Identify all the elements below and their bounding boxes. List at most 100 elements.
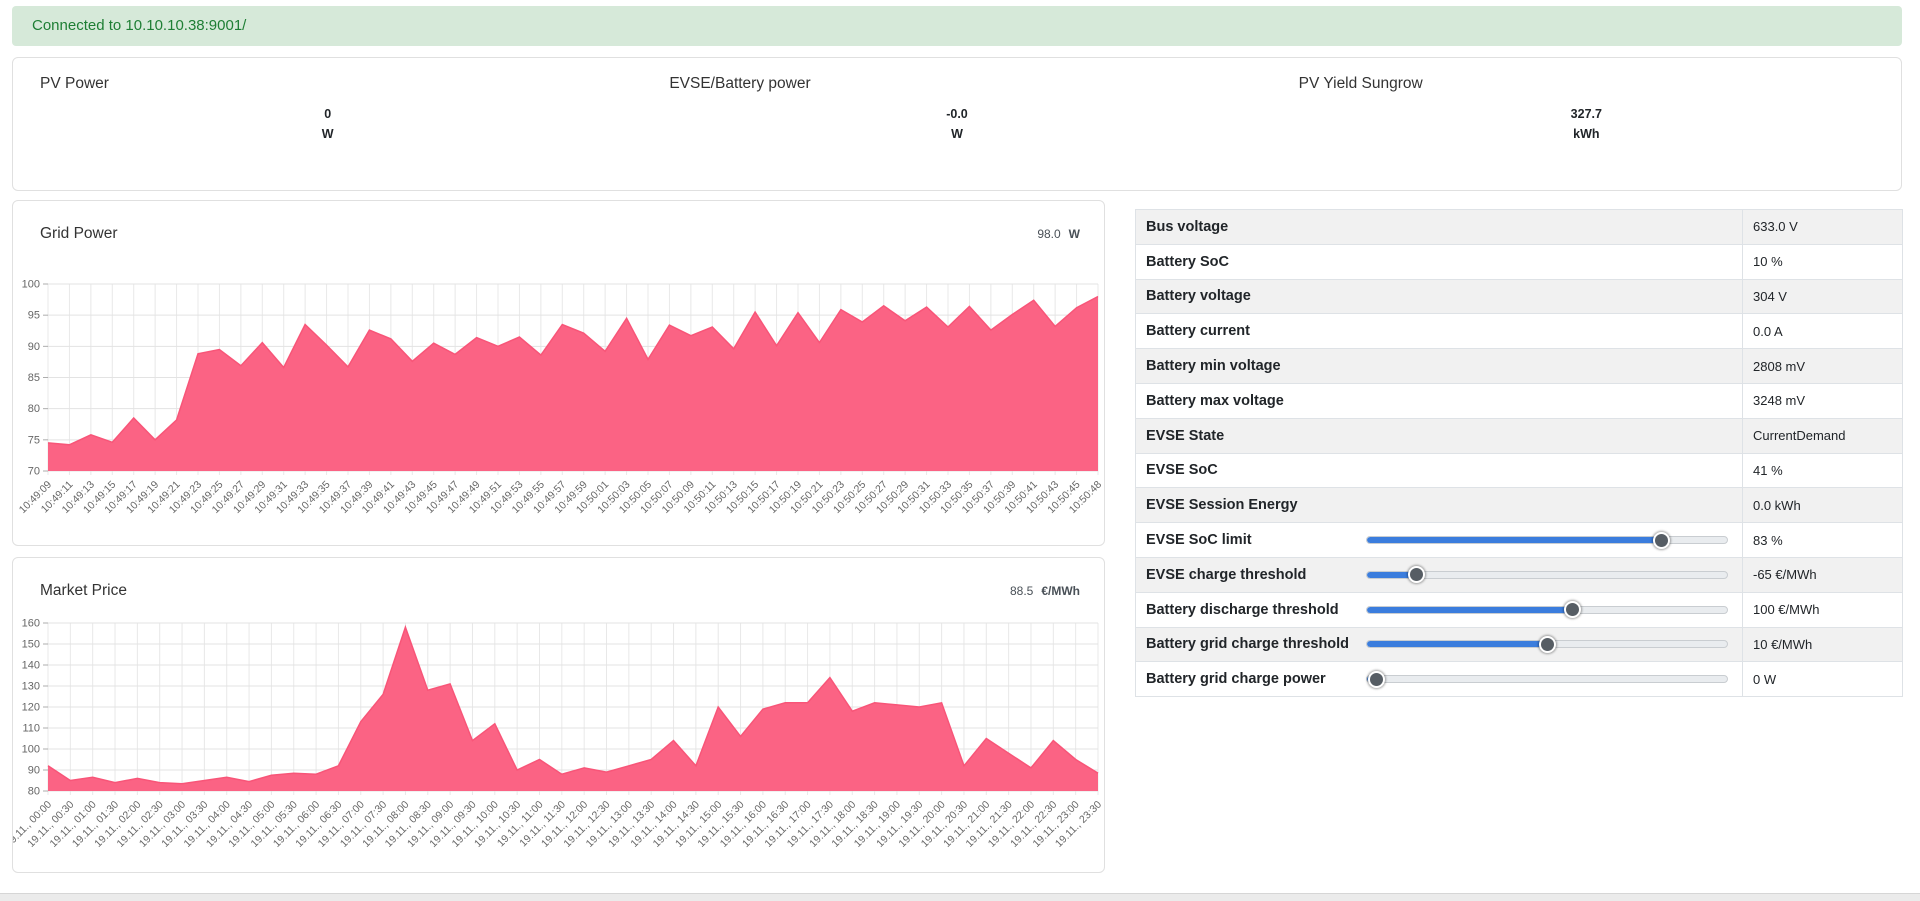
- battery-current-label: Battery current: [1146, 323, 1250, 339]
- slider-track[interactable]: [1366, 675, 1728, 683]
- table-row: Battery voltage 304 V: [1136, 279, 1903, 314]
- connection-status-text: Connected to 10.10.10.38:9001/: [32, 17, 246, 34]
- metric-value: 327.7: [1272, 107, 1901, 121]
- battery-discharge-threshold-slider[interactable]: [1366, 601, 1728, 619]
- table-row: Battery grid charge threshold 10 €/MWh: [1136, 627, 1903, 662]
- battery-grid-charge-threshold-value: 10 €/MWh: [1743, 627, 1903, 662]
- battery-soc-value: 10 %: [1743, 244, 1903, 279]
- battery-grid-charge-power-value: 0 W: [1743, 662, 1903, 697]
- chart-title: Grid Power: [40, 225, 118, 243]
- label-cell: EVSE State: [1136, 418, 1743, 453]
- charts-column: Grid Power 98.0W 10:49:0910:49:1110:49:1…: [12, 200, 1105, 873]
- slider-thumb[interactable]: [1368, 671, 1385, 688]
- status-panel: Bus voltage633.0 VBattery SoC10 %Battery…: [1135, 209, 1903, 873]
- evse-soc-limit-slider[interactable]: [1366, 531, 1728, 549]
- metric-pv-yield-sungrow: PV Yield Sungrow 327.7 kWh: [1272, 58, 1901, 190]
- y-axis-label: 140: [22, 660, 40, 672]
- battery-grid-charge-power-label: Battery grid charge power: [1146, 671, 1326, 687]
- table-row: Battery discharge threshold100 €/MWh: [1136, 592, 1903, 627]
- market-price-header: Market Price 88.5€/MWh: [13, 558, 1104, 604]
- table-row: Battery SoC 10 %: [1136, 244, 1903, 279]
- label-cell: Battery voltage: [1136, 279, 1743, 314]
- battery-voltage-value: 304 V: [1743, 279, 1903, 314]
- metric-title: PV Yield Sungrow: [1272, 75, 1901, 93]
- metric-title: EVSE/Battery power: [642, 75, 1271, 93]
- y-axis-label: 100: [22, 279, 40, 291]
- metric-unit: kWh: [1272, 127, 1901, 141]
- y-axis-label: 160: [22, 618, 40, 630]
- metric-value: 0: [13, 107, 642, 121]
- table-row: Battery min voltage 2808 mV: [1136, 349, 1903, 384]
- bus-voltage-value: 633.0 V: [1743, 210, 1903, 245]
- metric-unit: W: [13, 127, 642, 141]
- grid-power-card: Grid Power 98.0W 10:49:0910:49:1110:49:1…: [12, 200, 1105, 546]
- battery-voltage-label: Battery voltage: [1146, 288, 1251, 304]
- battery-max-voltage-label: Battery max voltage: [1146, 393, 1284, 409]
- table-row: EVSE SoC41 %: [1136, 453, 1903, 488]
- slider-thumb[interactable]: [1564, 601, 1581, 618]
- slider-fill: [1367, 537, 1661, 543]
- table-row: EVSE Session Energy0.0 kWh: [1136, 488, 1903, 523]
- slider-thumb[interactable]: [1539, 636, 1556, 653]
- slider-track[interactable]: [1366, 606, 1728, 614]
- grid-power-header: Grid Power 98.0W: [13, 201, 1104, 247]
- label-cell: Battery discharge threshold: [1136, 592, 1743, 627]
- label-cell: Bus voltage: [1136, 210, 1743, 245]
- evse-soc-limit-label: EVSE SoC limit: [1146, 532, 1252, 548]
- label-cell: Battery max voltage: [1136, 383, 1743, 418]
- table-row: EVSE SoC limit 83 %: [1136, 523, 1903, 558]
- y-axis-label: 120: [22, 702, 40, 714]
- evse-session-energy-value: 0.0 kWh: [1743, 488, 1903, 523]
- battery-max-voltage-value: 3248 mV: [1743, 383, 1903, 418]
- label-cell: EVSE Session Energy: [1136, 488, 1743, 523]
- evse-charge-threshold-slider[interactable]: [1366, 566, 1728, 584]
- status-table: Bus voltage633.0 VBattery SoC10 %Battery…: [1135, 209, 1903, 697]
- battery-grid-charge-threshold-label: Battery grid charge threshold: [1146, 636, 1349, 652]
- chart-title: Market Price: [40, 582, 127, 600]
- bus-voltage-label: Bus voltage: [1146, 219, 1228, 235]
- y-axis-label: 80: [28, 403, 40, 415]
- y-axis-label: 130: [22, 681, 40, 693]
- grid-power-chart: 10:49:0910:49:1110:49:1310:49:1510:49:17…: [13, 247, 1104, 547]
- battery-soc-label: Battery SoC: [1146, 254, 1229, 270]
- evse-state-label: EVSE State: [1146, 428, 1224, 444]
- table-row: EVSE charge threshold-65 €/MWh: [1136, 557, 1903, 592]
- y-axis-label: 80: [28, 786, 40, 798]
- market-price-chart: 19.11., 00:0019.11., 00:3019.11., 01:001…: [13, 604, 1104, 874]
- slider-fill: [1367, 641, 1547, 647]
- battery-min-voltage-label: Battery min voltage: [1146, 358, 1281, 374]
- battery-min-voltage-value: 2808 mV: [1743, 349, 1903, 384]
- label-cell: EVSE SoC limit: [1136, 523, 1743, 558]
- label-cell: EVSE SoC: [1136, 453, 1743, 488]
- label-cell: Battery grid charge threshold: [1136, 627, 1743, 662]
- evse-soc-label: EVSE SoC: [1146, 462, 1218, 478]
- slider-thumb[interactable]: [1408, 566, 1425, 583]
- battery-grid-charge-power-slider[interactable]: [1366, 670, 1728, 688]
- chart-current-value: 88.5€/MWh: [1010, 584, 1080, 598]
- y-axis-label: 90: [28, 765, 40, 777]
- battery-grid-charge-threshold-slider[interactable]: [1366, 635, 1728, 653]
- label-cell: Battery current: [1136, 314, 1743, 349]
- evse-soc-limit-value: 83 %: [1743, 523, 1903, 558]
- market-price-card: Market Price 88.5€/MWh 19.11., 00:0019.1…: [12, 557, 1105, 873]
- chart-current-value: 98.0W: [1037, 227, 1080, 241]
- slider-track[interactable]: [1366, 536, 1728, 544]
- label-cell: Battery min voltage: [1136, 349, 1743, 384]
- footer-strip: [0, 893, 1920, 901]
- y-axis-label: 110: [22, 723, 40, 735]
- dashboard-page: Connected to 10.10.10.38:9001/ PV Power …: [0, 0, 1920, 901]
- metric-title: PV Power: [13, 75, 642, 93]
- connection-status-banner: Connected to 10.10.10.38:9001/: [12, 6, 1902, 46]
- y-axis-label: 85: [28, 372, 40, 384]
- table-row: Battery max voltage 3248 mV: [1136, 383, 1903, 418]
- y-axis-label: 75: [28, 434, 40, 446]
- area-series: [48, 627, 1098, 791]
- metrics-card: PV Power 0 W EVSE/Battery power -0.0 W P…: [12, 57, 1902, 191]
- metric-unit: W: [642, 127, 1271, 141]
- slider-fill: [1367, 607, 1572, 613]
- evse-state-value: CurrentDemand: [1743, 418, 1903, 453]
- table-row: Battery current0.0 A: [1136, 314, 1903, 349]
- slider-thumb[interactable]: [1653, 532, 1670, 549]
- metric-evse-battery-power: EVSE/Battery power -0.0 W: [642, 58, 1271, 190]
- metric-pv-power: PV Power 0 W: [13, 58, 642, 190]
